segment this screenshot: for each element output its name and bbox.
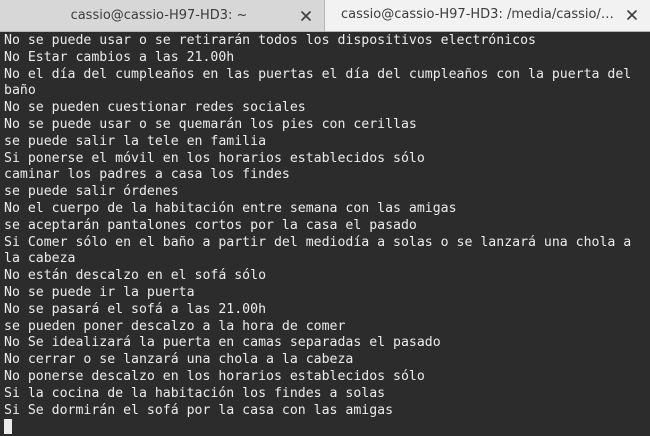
terminal-window: cassio@cassio-H97-HD3: ~ cassio@cassio-H… — [0, 0, 650, 436]
terminal-line: No el cuerpo de la habitación entre sema… — [4, 200, 457, 216]
terminal-cursor — [4, 419, 12, 435]
terminal-line: se pueden poner descalzo a la hora de co… — [4, 318, 346, 334]
terminal-line: No ponerse descalzo en los horarios esta… — [4, 368, 425, 384]
terminal-line: No se pasará el sofá a las 21.00h — [4, 301, 267, 317]
close-icon — [627, 9, 637, 20]
tab-media[interactable]: cassio@cassio-H97-HD3: /media/cassio/Neo… — [325, 0, 650, 31]
terminal-line: Si Se dormirán el sofá por la casa con l… — [4, 402, 394, 418]
terminal-line: se aceptarán pantalones cortos por la ca… — [4, 217, 417, 233]
terminal-line: No están descalzo en el sofá sólo — [4, 268, 267, 284]
terminal-line: No se puede usar o se quemarán los pies … — [4, 116, 417, 132]
terminal-line: No se puede ir la puerta — [4, 284, 195, 300]
terminal-line: Si Comer sólo en el baño a partir del me… — [4, 234, 640, 267]
tab-close-button[interactable] — [294, 4, 318, 28]
close-icon — [301, 10, 311, 21]
terminal-output[interactable]: No se puede usar o se retirarán todos lo… — [0, 32, 650, 436]
tab-home[interactable]: cassio@cassio-H97-HD3: ~ — [0, 0, 325, 31]
terminal-line: Si la cocina de la habitación los findes… — [4, 385, 386, 401]
terminal-line: No el día del cumpleaños en las puertas … — [4, 66, 640, 99]
tab-title: cassio@cassio-H97-HD3: ~ — [70, 8, 248, 23]
terminal-line: No cerrar o se lanzará una chola a la ca… — [4, 352, 354, 368]
tab-bar: cassio@cassio-H97-HD3: ~ cassio@cassio-H… — [0, 0, 650, 32]
terminal-line: No Estar cambios a las 21.00h — [4, 49, 235, 65]
terminal-line: se puede salir la tele en familia — [4, 133, 267, 149]
tab-close-button[interactable] — [620, 3, 644, 27]
terminal-line: Si ponerse el móvil en los horarios esta… — [4, 150, 425, 166]
terminal-line: No se pueden cuestionar redes sociales — [4, 100, 306, 116]
tab-title: cassio@cassio-H97-HD3: /media/cassio/Neo… — [341, 7, 620, 22]
cursor-line — [4, 419, 646, 436]
terminal-line: No se puede usar o se retirarán todos lo… — [4, 33, 536, 48]
terminal-line: se puede salir órdenes — [4, 184, 179, 200]
terminal-line: No Se idealizará la puerta en camas sepa… — [4, 335, 441, 351]
terminal-line: caminar los padres a casa los findes — [4, 167, 290, 183]
